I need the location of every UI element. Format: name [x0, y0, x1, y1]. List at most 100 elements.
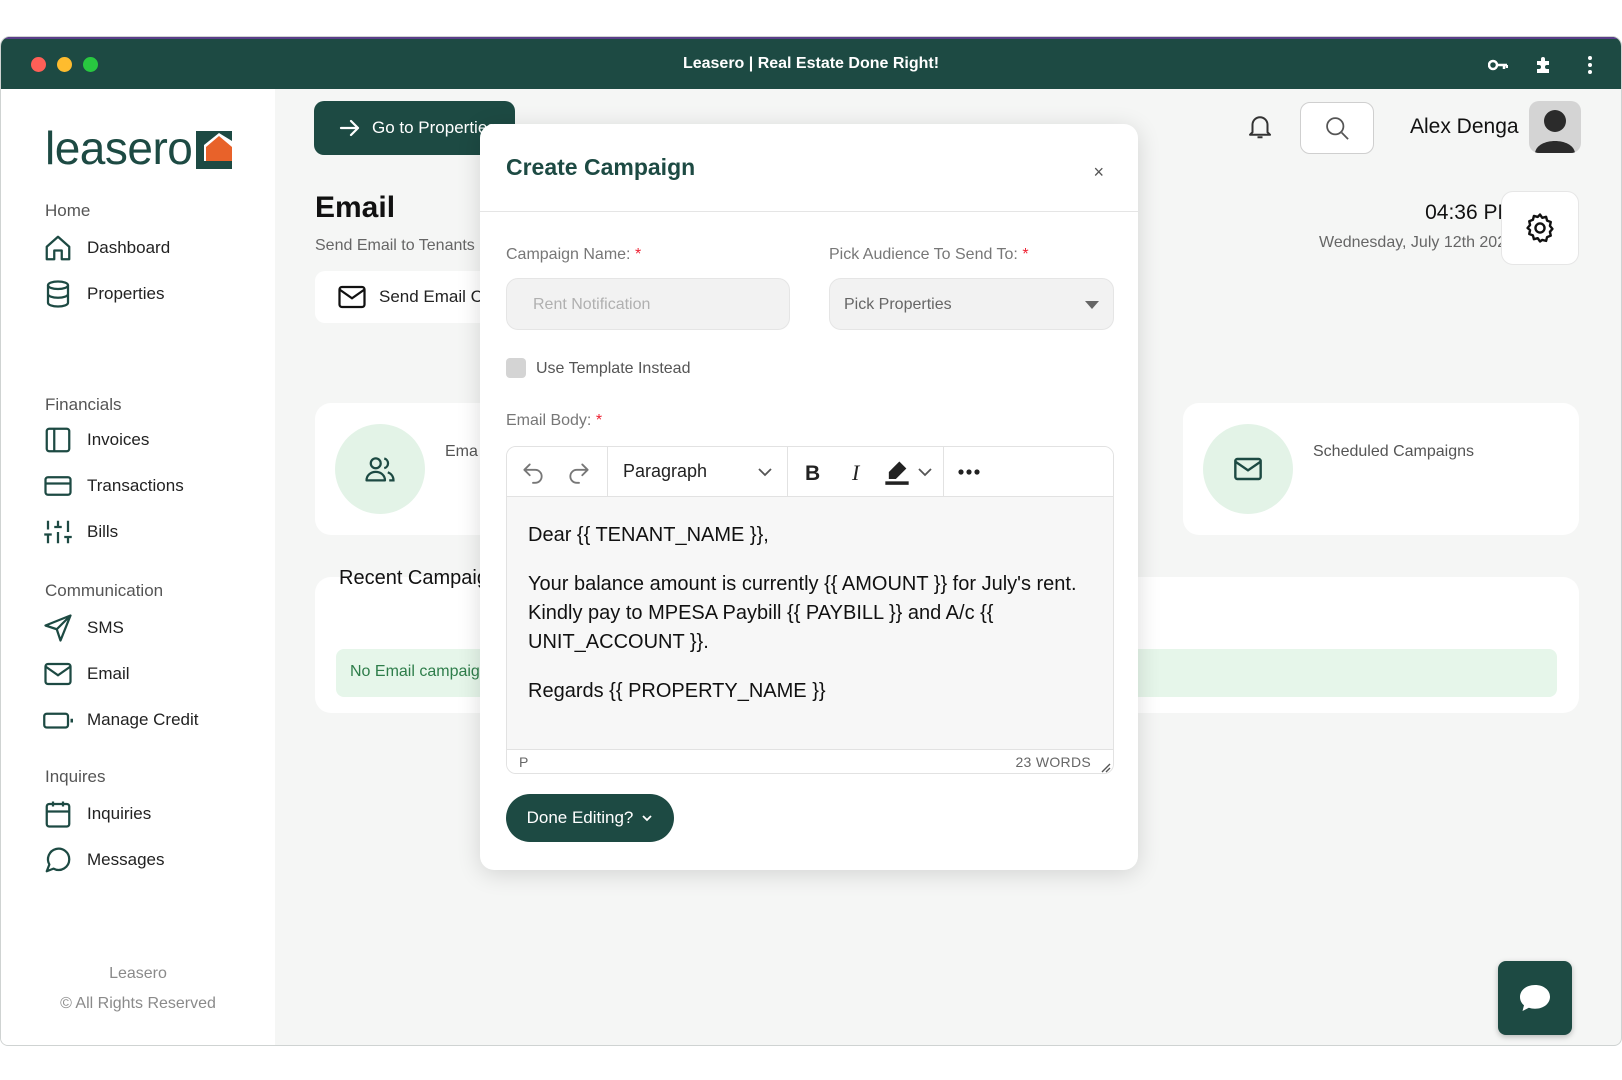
sidebar-item-dashboard[interactable]: Dashboard: [43, 233, 170, 263]
sidebar-item-label: Properties: [87, 284, 165, 303]
window-title: Leasero | Real Estate Done Right!: [682, 55, 940, 72]
undo-button[interactable]: [517, 457, 549, 487]
mail-icon-circle: [1203, 424, 1293, 514]
calendar-icon: [45, 801, 71, 828]
page-title: Email: [315, 191, 396, 224]
sidebar-item-invoices[interactable]: Invoices: [43, 425, 149, 455]
home-icon: [45, 235, 71, 261]
body-paragraph: Your balance amount is currently {{ AMOU…: [528, 573, 1077, 653]
footer-rights: © All Rights Reserved: [60, 995, 216, 1012]
card-label: Scheduled Campaigns: [1313, 443, 1474, 460]
sidebar-item-messages[interactable]: Messages: [43, 845, 164, 875]
bold-button[interactable]: B: [797, 457, 829, 487]
redo-button[interactable]: [563, 457, 595, 487]
bold-icon: B: [805, 462, 820, 484]
element-path[interactable]: P: [519, 754, 528, 770]
card-label: Ema: [445, 443, 478, 460]
campaign-name-input[interactable]: Rent Notification: [506, 278, 790, 330]
italic-button[interactable]: I: [841, 457, 873, 487]
italic-icon: I: [851, 460, 861, 484]
sidebar-item-email[interactable]: Email: [43, 659, 130, 689]
gear-icon: [1526, 213, 1554, 243]
block-format-select[interactable]: Paragraph: [623, 461, 707, 482]
editor-toolbar: Paragraph B I: [507, 447, 1113, 497]
send-icon: [44, 614, 72, 642]
page-subtitle: Send Email to Tenants: [315, 237, 475, 254]
word-count[interactable]: 23 WORDS: [1015, 754, 1091, 770]
redo-icon: [569, 463, 589, 484]
database-icon: [46, 280, 70, 308]
dialog-title: Create Campaign: [506, 154, 696, 180]
campaign-name-label: Campaign Name: *: [506, 246, 642, 263]
editor-statusbar: P 23 WORDS: [507, 749, 1113, 773]
users-icon-circle: [335, 424, 425, 514]
chevron-down-icon[interactable]: [917, 465, 933, 479]
sidebar-item-bills[interactable]: Bills: [43, 517, 118, 547]
section-financials-label: Financials: [45, 395, 122, 414]
more-vertical-icon[interactable]: [1577, 53, 1603, 77]
arrow-right-icon: [339, 119, 360, 137]
sidebar-item-label: Inquiries: [87, 804, 152, 823]
sidebar-item-label: Invoices: [87, 430, 150, 449]
live-chat-button[interactable]: [1498, 961, 1572, 1035]
more-options-button[interactable]: [953, 457, 985, 487]
invoice-icon: [45, 427, 71, 453]
section-communication-label: Communication: [45, 581, 164, 600]
search-button[interactable]: [1300, 102, 1374, 154]
sidebar-item-properties[interactable]: Properties: [43, 279, 164, 309]
current-date: Wednesday, July 12th 2023: [1319, 234, 1515, 251]
sidebar-item-inquiries[interactable]: Inquiries: [43, 799, 151, 829]
done-editing-button[interactable]: Done Editing?: [506, 794, 674, 842]
mail-icon: [44, 662, 72, 686]
svg-text:I: I: [851, 460, 861, 484]
sidebar-item-label: Email: [87, 664, 130, 683]
svg-text:B: B: [805, 462, 820, 484]
mail-icon: [1234, 457, 1262, 481]
leasero-logo[interactable]: leasero: [45, 125, 233, 171]
users-icon: [365, 457, 395, 482]
bell-icon[interactable]: [1245, 111, 1275, 141]
undo-icon: [523, 463, 543, 484]
user-avatar-icon: [1535, 110, 1575, 153]
sidebar-item-transactions[interactable]: Transactions: [43, 471, 184, 501]
sidebar-item-manage-credit[interactable]: Manage Credit: [43, 705, 199, 735]
key-icon[interactable]: [1485, 53, 1511, 77]
mail-icon: [338, 285, 366, 309]
chat-bubble-icon: [1520, 985, 1550, 1011]
avatar[interactable]: [1529, 101, 1581, 153]
email-body-editor[interactable]: Dear {{ TENANT_NAME }}, Your balance amo…: [507, 497, 1113, 749]
sidebar-item-label: Bills: [87, 522, 119, 541]
sidebar-item-sms[interactable]: SMS: [43, 613, 124, 643]
resize-handle-icon[interactable]: [1099, 761, 1111, 773]
create-campaign-dialog: Create Campaign × Campaign Name: * Rent …: [480, 124, 1138, 870]
audience-label: Pick Audience To Send To: *: [829, 246, 1029, 263]
card-icon: [44, 476, 72, 496]
close-dialog-button[interactable]: ×: [1093, 162, 1104, 183]
sidebar-item-label: Dashboard: [87, 238, 171, 257]
house-logo-icon: [196, 131, 233, 169]
sidebar-item-label: Manage Credit: [87, 710, 199, 729]
sliders-icon: [44, 520, 72, 544]
sidebar-item-label: Messages: [87, 850, 165, 869]
current-time: 04:36 PM: [1425, 201, 1515, 224]
footer-brand: Leasero: [109, 965, 167, 982]
sidebar-item-label: SMS: [87, 618, 124, 637]
battery-icon: [43, 712, 73, 729]
extension-puzzle-icon[interactable]: [1531, 53, 1557, 77]
email-body-label: Email Body: *: [506, 412, 603, 429]
settings-button[interactable]: [1501, 191, 1579, 265]
recent-campaigns-title: Recent Campaig: [339, 567, 488, 589]
user-name[interactable]: Alex Denga: [1410, 115, 1519, 139]
sidebar-item-label: Transactions: [87, 476, 184, 495]
highlighter-icon: [885, 461, 909, 485]
chevron-down-icon: [642, 815, 653, 822]
highlight-color-button[interactable]: [881, 457, 913, 487]
chat-bubble-icon: [45, 847, 71, 873]
audience-select[interactable]: Pick Properties: [829, 278, 1114, 330]
more-horizontal-icon: [958, 469, 980, 475]
use-template-label[interactable]: Use Template Instead: [536, 360, 690, 378]
scheduled-campaigns-card: Scheduled Campaigns: [1183, 403, 1579, 535]
dialog-header: Create Campaign ×: [480, 124, 1138, 212]
sidebar: leasero Home Dashboard Properties Financ…: [1, 89, 275, 1045]
use-template-checkbox[interactable]: [506, 358, 526, 378]
